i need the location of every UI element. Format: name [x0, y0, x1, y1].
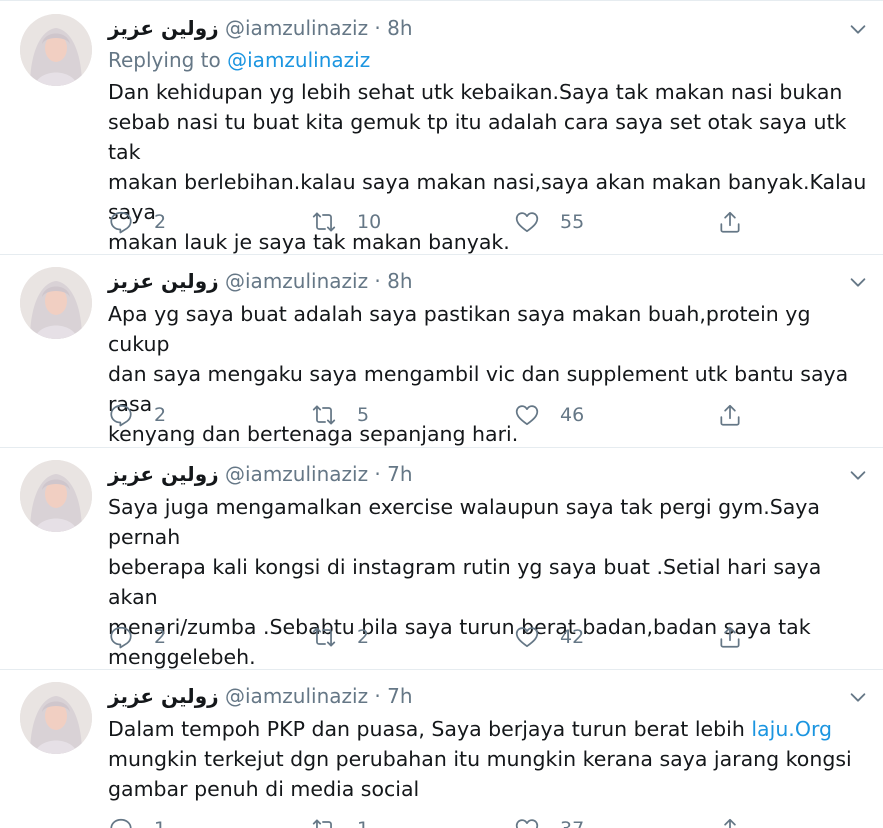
- share-button[interactable]: [717, 207, 743, 237]
- tweet[interactable]: زولين عزيز @iamzulinaziz · 8h Replying t…: [0, 0, 883, 255]
- tweet-header: زولين عزيز @iamzulinaziz · 7h: [108, 460, 413, 488]
- timestamp[interactable]: 8h: [387, 16, 412, 40]
- tweet-header: زولين عزيز @iamzulinaziz · 8h: [108, 267, 413, 295]
- tweet[interactable]: زولين عزيز @iamzulinaziz · 7h Dalam temp…: [0, 670, 883, 828]
- retweet-button[interactable]: 5: [311, 400, 369, 430]
- retweet-count: 5: [357, 404, 370, 426]
- reply-icon: [110, 818, 132, 828]
- reply-icon: [110, 626, 132, 649]
- heart-icon: [515, 405, 539, 426]
- retweet-count: 1: [357, 818, 369, 828]
- tweet-header: زولين عزيز @iamzulinaziz · 8h: [108, 14, 413, 42]
- tweet-actions: 2 10 55: [108, 207, 768, 237]
- retweet-button[interactable]: 10: [311, 207, 381, 237]
- like-button[interactable]: 42: [514, 622, 584, 652]
- avatar[interactable]: [20, 460, 92, 532]
- reply-button[interactable]: 2: [108, 207, 166, 237]
- share-icon: [720, 211, 740, 233]
- retweet-icon: [312, 212, 336, 232]
- retweet-icon: [312, 627, 336, 647]
- separator: ·: [368, 462, 388, 486]
- reply-icon: [110, 211, 132, 234]
- share-icon: [724, 818, 736, 828]
- like-button[interactable]: 55: [514, 207, 584, 237]
- chevron-down-icon[interactable]: [847, 464, 869, 486]
- avatar[interactable]: [20, 14, 92, 86]
- avatar[interactable]: [20, 267, 92, 339]
- separator: ·: [368, 269, 388, 293]
- tweet-text-part: mungkin terkejut dgn perubahan itu mungk…: [108, 747, 852, 801]
- chevron-down-icon[interactable]: [847, 686, 869, 708]
- display-name[interactable]: زولين عزيز: [108, 269, 219, 293]
- replying-to-link[interactable]: @iamzulinaziz: [227, 48, 370, 72]
- tweet[interactable]: زولين عزيز @iamzulinaziz · 8h Apa yg say…: [0, 255, 883, 448]
- like-count: 37: [560, 818, 584, 828]
- display-name[interactable]: زولين عزيز: [108, 462, 219, 486]
- display-name[interactable]: زولين عزيز: [108, 16, 219, 40]
- like-count: 42: [560, 626, 585, 648]
- reply-icon: [110, 404, 132, 427]
- share-button[interactable]: [717, 400, 743, 430]
- retweet-icon: [312, 405, 336, 425]
- replying-prefix: Replying to: [108, 48, 228, 72]
- tweet-actions: 1 1 37: [108, 814, 768, 828]
- timestamp[interactable]: 7h: [387, 684, 412, 708]
- separator: ·: [368, 16, 388, 40]
- display-name[interactable]: زولين عزيز: [108, 684, 219, 708]
- avatar[interactable]: [20, 682, 92, 754]
- share-button[interactable]: [717, 622, 743, 652]
- retweet-count: 2: [357, 626, 370, 648]
- like-button[interactable]: 37: [514, 814, 584, 828]
- reply-count: 1: [154, 818, 166, 828]
- handle[interactable]: @iamzulinaziz: [225, 462, 368, 486]
- separator: ·: [368, 684, 388, 708]
- timestamp[interactable]: 8h: [387, 269, 412, 293]
- reply-button[interactable]: 1: [108, 814, 166, 828]
- reply-button[interactable]: 2: [108, 400, 166, 430]
- handle[interactable]: @iamzulinaziz: [225, 16, 368, 40]
- tweet-header: زولين عزيز @iamzulinaziz · 7h: [108, 682, 413, 710]
- tweet-text: Dalam tempoh PKP dan puasa, Saya berjaya…: [108, 714, 868, 804]
- handle[interactable]: @iamzulinaziz: [225, 269, 368, 293]
- share-icon: [720, 404, 740, 426]
- tweet[interactable]: زولين عزيز @iamzulinaziz · 7h Saya juga …: [0, 448, 883, 670]
- tweet-actions: 2 2 42: [108, 622, 768, 652]
- reply-count: 2: [154, 626, 167, 648]
- handle[interactable]: @iamzulinaziz: [225, 684, 368, 708]
- retweet-button[interactable]: 1: [311, 814, 369, 828]
- like-count: 46: [560, 404, 585, 426]
- heart-icon: [515, 212, 539, 233]
- share-button[interactable]: [717, 814, 743, 828]
- avatar-image: [20, 682, 92, 754]
- timestamp[interactable]: 7h: [387, 462, 412, 486]
- heart-icon: [515, 819, 539, 828]
- reply-button[interactable]: 2: [108, 622, 166, 652]
- avatar-image: [20, 460, 92, 532]
- tweet-text-part: Dalam tempoh PKP dan puasa, Saya berjaya…: [108, 717, 752, 741]
- retweet-count: 10: [357, 211, 382, 233]
- like-count: 55: [560, 211, 585, 233]
- chevron-down-icon[interactable]: [847, 271, 869, 293]
- share-icon: [720, 626, 740, 648]
- reply-count: 2: [154, 211, 167, 233]
- avatar-image: [20, 267, 92, 339]
- heart-icon: [515, 627, 539, 648]
- retweet-icon: [312, 819, 332, 828]
- retweet-button[interactable]: 2: [311, 622, 369, 652]
- tweet-link[interactable]: laju.Org: [751, 717, 832, 741]
- chevron-down-icon[interactable]: [847, 18, 869, 40]
- avatar-image: [20, 14, 92, 86]
- reply-count: 2: [154, 404, 167, 426]
- tweet-actions: 2 5 46: [108, 400, 768, 430]
- replying-to: Replying to @iamzulinaziz: [108, 46, 370, 74]
- like-button[interactable]: 46: [514, 400, 584, 430]
